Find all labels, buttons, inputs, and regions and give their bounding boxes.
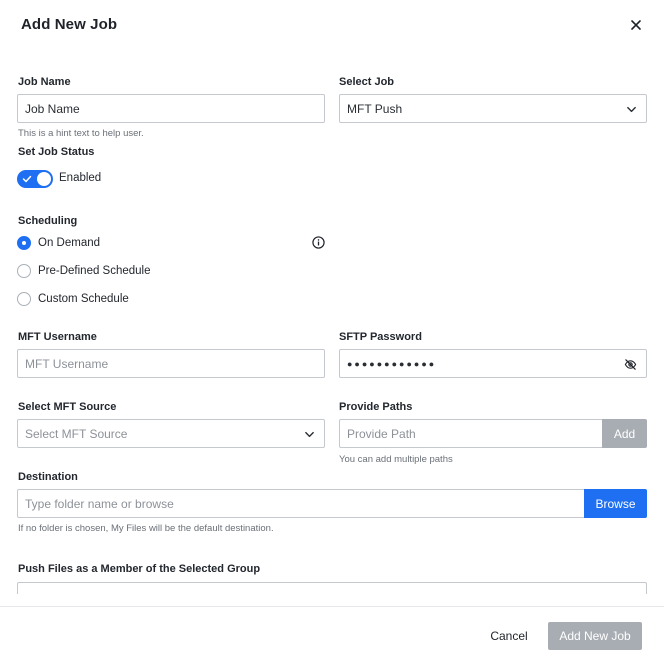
radio-custom-schedule-label: Custom Schedule	[38, 293, 129, 305]
destination-input[interactable]: Type folder name or browse	[17, 489, 585, 518]
radio-custom-schedule[interactable]	[17, 292, 31, 306]
footer-divider	[0, 606, 664, 607]
browse-button[interactable]: Browse	[584, 489, 647, 518]
select-job-value: MFT Push	[347, 101, 403, 116]
check-icon	[22, 175, 32, 183]
job-name-label: Job Name	[18, 76, 71, 88]
add-new-job-button[interactable]: Add New Job	[548, 622, 642, 650]
job-name-hint: This is a hint text to help user.	[18, 128, 144, 139]
job-name-input[interactable]: Job Name	[17, 94, 325, 123]
dialog-title: Add New Job	[21, 16, 118, 33]
radio-on-demand-label: On Demand	[38, 237, 101, 249]
destination-label: Destination	[18, 471, 78, 483]
mft-username-label: MFT Username	[18, 331, 97, 343]
toggle-knob	[37, 172, 51, 186]
destination-hint: If no folder is chosen, My Files will be…	[18, 523, 274, 534]
job-status-label: Set Job Status	[18, 146, 95, 158]
chevron-down-icon	[627, 106, 636, 113]
paths-hint: You can add multiple paths	[339, 454, 453, 465]
radio-pre-defined-schedule[interactable]	[17, 264, 31, 278]
sftp-password-label: SFTP Password	[339, 331, 422, 343]
radio-on-demand[interactable]	[17, 236, 31, 250]
group-label: Push Files as a Member of the Selected G…	[18, 563, 261, 575]
mft-source-placeholder: Select MFT Source	[25, 426, 128, 441]
job-status-toggle[interactable]	[17, 170, 53, 188]
sftp-password-input[interactable]: ●●●●●●●●●●●●	[339, 349, 647, 378]
info-icon[interactable]	[312, 236, 325, 249]
eye-off-icon[interactable]	[624, 358, 637, 371]
select-job-dropdown[interactable]: MFT Push	[339, 94, 647, 123]
radio-pre-defined-schedule-label: Pre-Defined Schedule	[38, 265, 151, 277]
scheduling-label: Scheduling	[18, 215, 78, 227]
chevron-down-icon	[305, 431, 314, 438]
group-select[interactable]	[17, 582, 647, 594]
close-icon[interactable]	[628, 17, 644, 33]
path-input[interactable]: Provide Path	[339, 419, 603, 448]
mft-source-dropdown[interactable]: Select MFT Source	[17, 419, 325, 448]
paths-label: Provide Paths	[339, 401, 413, 413]
add-path-button[interactable]: Add	[602, 419, 647, 448]
job-status-toggle-label: Enabled	[59, 172, 102, 184]
sftp-password-value: ●●●●●●●●●●●●	[347, 358, 437, 369]
cancel-button[interactable]: Cancel	[482, 622, 536, 650]
mft-username-input[interactable]: MFT Username	[17, 349, 325, 378]
select-job-label: Select Job	[339, 76, 395, 88]
mft-source-label: Select MFT Source	[18, 401, 117, 413]
